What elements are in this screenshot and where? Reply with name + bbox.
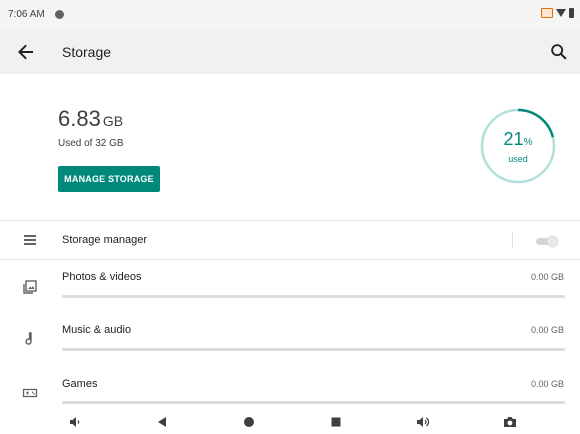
app-toolbar: Storage: [0, 30, 580, 74]
toggle-thumb: [547, 236, 558, 247]
percent-label: used: [508, 154, 528, 164]
category-label: Photos & videos: [62, 271, 142, 283]
notification-dot-icon: [55, 10, 64, 19]
manage-storage-button[interactable]: MANAGE STORAGE: [58, 166, 160, 192]
storage-manager-toggle[interactable]: [536, 236, 558, 247]
cast-icon: [541, 8, 553, 18]
percent-used: 21%: [478, 129, 558, 150]
storage-summary: 6.83 GB Used of 32 GB MANAGE STORAGE 21% …: [0, 74, 580, 220]
divider: [0, 259, 580, 260]
gamepad-icon: [22, 388, 38, 398]
back-triangle-icon[interactable]: [153, 414, 171, 430]
search-icon[interactable]: [548, 41, 570, 63]
storage-manager-icon: [24, 235, 36, 245]
music-note-icon: [25, 332, 32, 345]
category-size: 0.00 GB: [530, 325, 564, 335]
category-usage-bar: [62, 348, 565, 351]
status-time: 7:06 AM: [8, 9, 45, 20]
percent-value: 21: [503, 129, 524, 149]
used-unit: GB: [102, 113, 124, 129]
camera-icon[interactable]: [501, 414, 519, 430]
divider: [0, 220, 580, 221]
status-bar: 7:06 AM: [0, 0, 580, 30]
category-size: 0.00 GB: [530, 272, 564, 282]
toggle-separator: [512, 232, 513, 248]
recents-square-icon[interactable]: [327, 414, 345, 430]
used-of-total: Used of 32 GB: [58, 138, 124, 149]
storage-manager-label: Storage manager: [62, 234, 147, 246]
page-title: Storage: [62, 44, 112, 60]
navigation-bar: [0, 410, 580, 434]
arrow-back-icon[interactable]: [14, 40, 38, 64]
category-usage-bar: [62, 295, 565, 298]
battery-icon: [569, 8, 574, 18]
category-size: 0.00 GB: [530, 379, 564, 389]
category-label: Music & audio: [62, 324, 132, 336]
wifi-icon: [556, 9, 566, 17]
status-icons: [541, 8, 574, 18]
category-usage-bar: [62, 401, 565, 404]
volume-up-icon[interactable]: [414, 414, 432, 430]
volume-down-icon[interactable]: [66, 414, 84, 430]
category-label: Games: [62, 378, 98, 390]
percent-symbol: %: [523, 137, 533, 148]
home-circle-icon[interactable]: [240, 414, 258, 430]
used-amount: 6.83 GB: [58, 106, 123, 132]
photo-library-icon: [23, 280, 37, 294]
used-value: 6.83: [58, 106, 101, 131]
